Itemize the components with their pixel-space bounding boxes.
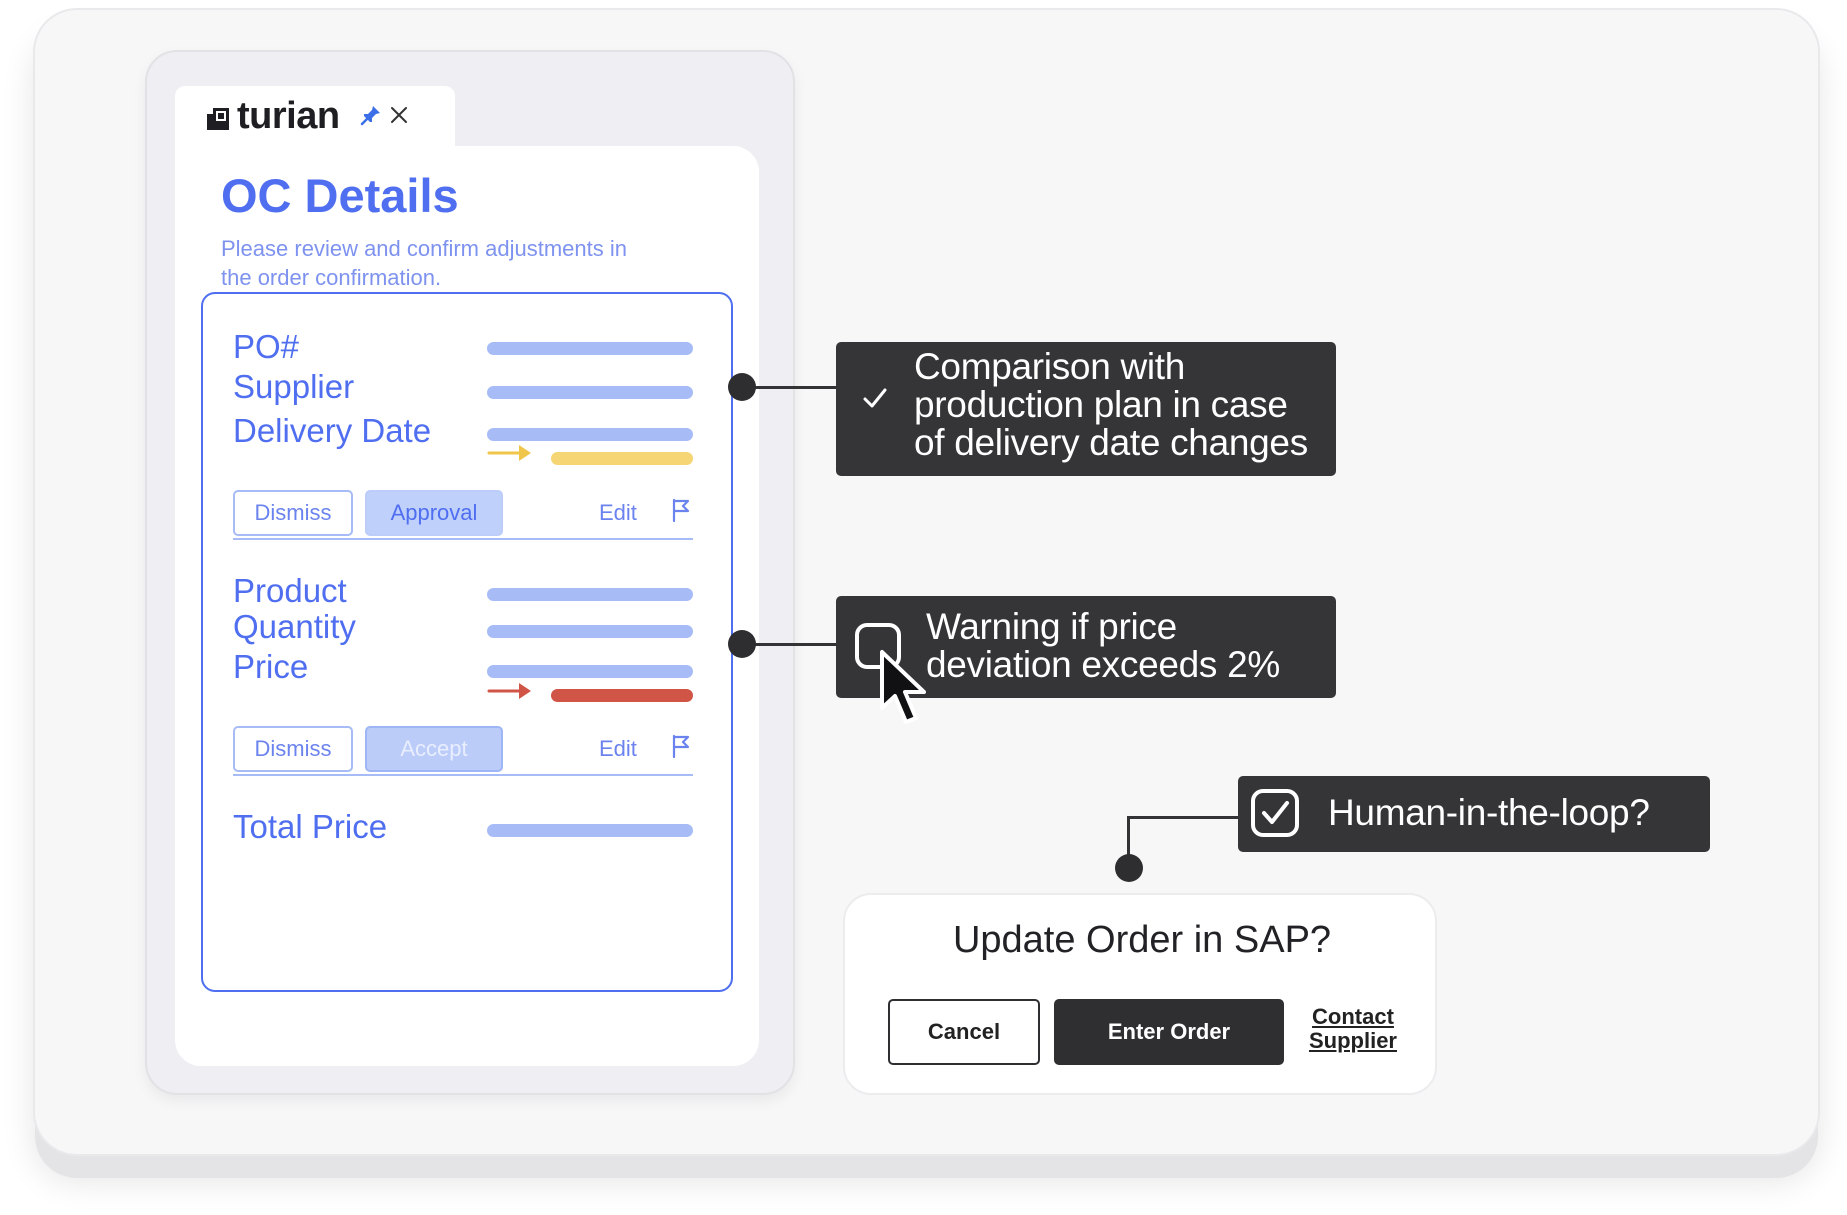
field-label-supplier: Supplier	[233, 368, 355, 405]
turian-logo-icon	[205, 106, 231, 132]
dismiss-button-2[interactable]: Dismiss	[233, 726, 353, 772]
comparison-line-1: Comparison with	[914, 346, 1186, 387]
field-label-price: Price	[233, 648, 309, 685]
field-value-supplier	[487, 386, 693, 399]
field-value-total-price	[487, 824, 693, 837]
connector-dot	[728, 630, 756, 658]
checkmark-icon	[862, 386, 888, 415]
arrow-right-icon	[487, 680, 535, 707]
checkbox-checked-icon[interactable]	[1250, 788, 1302, 845]
close-icon[interactable]	[390, 102, 408, 128]
edit-link-2[interactable]: Edit	[599, 736, 637, 762]
accept-button[interactable]: Accept	[365, 726, 503, 772]
field-label-delivery-date: Delivery Date	[233, 412, 432, 449]
field-value-price	[487, 665, 693, 678]
human-in-loop-label: Human-in-the-loop?	[1328, 792, 1650, 833]
contact-supplier-line-2: Supplier	[1308, 1028, 1397, 1053]
warning-line-2: deviation exceeds 2%	[926, 644, 1280, 685]
arrow-right-icon	[487, 442, 535, 469]
comparison-line-3: of delivery date changes	[914, 422, 1308, 463]
comparison-callout: Comparison with production plan in case …	[836, 342, 1336, 476]
flag-icon[interactable]	[671, 734, 691, 763]
extension-body: OC Details Please review and confirm adj…	[175, 146, 759, 1066]
extension-panel: turian OC Details Please review and conf…	[145, 50, 795, 1095]
page-subtitle: Please review and confirm adjustments in…	[221, 236, 627, 290]
field-value-delivery-date	[487, 428, 693, 441]
contact-supplier-link[interactable]: Contact Supplier	[1303, 1005, 1403, 1053]
field-label-po: PO#	[233, 328, 300, 365]
brand-name: turian	[237, 94, 340, 137]
comparison-line-2: production plan in case	[914, 384, 1288, 425]
field-label-total-price: Total Price	[233, 808, 388, 845]
enter-order-button[interactable]: Enter Order	[1054, 999, 1284, 1065]
connector-line	[1127, 816, 1243, 819]
cancel-button[interactable]: Cancel	[888, 999, 1040, 1065]
edit-link-1[interactable]: Edit	[599, 500, 637, 526]
sap-update-dialog: Update Order in SAP? Cancel Enter Order …	[843, 893, 1437, 1095]
extension-tab[interactable]: turian	[175, 86, 455, 146]
warning-line-1: Warning if price	[926, 606, 1177, 647]
field-value-product	[487, 588, 693, 601]
connector-dot	[1115, 854, 1143, 882]
order-details-box: PO# Supplier Delivery Date Dismiss Appro…	[201, 292, 733, 992]
field-value-po	[487, 342, 693, 355]
dialog-title: Update Order in SAP?	[952, 919, 1332, 961]
connector-dot	[728, 373, 756, 401]
dismiss-button-1[interactable]: Dismiss	[233, 490, 353, 536]
flag-icon[interactable]	[671, 498, 691, 527]
section-divider-1	[233, 538, 693, 540]
page-title: OC Details	[221, 169, 459, 222]
field-label-product: Product	[233, 572, 347, 609]
field-value-delivery-date-changed	[551, 452, 693, 465]
field-value-price-changed	[551, 689, 693, 702]
section-divider-2	[233, 774, 693, 776]
human-in-loop-callout: Human-in-the-loop?	[1238, 776, 1710, 852]
approval-button[interactable]: Approval	[365, 490, 503, 536]
pin-icon[interactable]	[360, 104, 382, 131]
connector-line	[741, 386, 841, 389]
connector-line	[741, 643, 841, 646]
field-value-quantity	[487, 625, 693, 638]
field-label-quantity: Quantity	[233, 608, 356, 645]
contact-supplier-line-1: Contact	[1312, 1004, 1394, 1029]
cursor-icon	[878, 648, 934, 733]
